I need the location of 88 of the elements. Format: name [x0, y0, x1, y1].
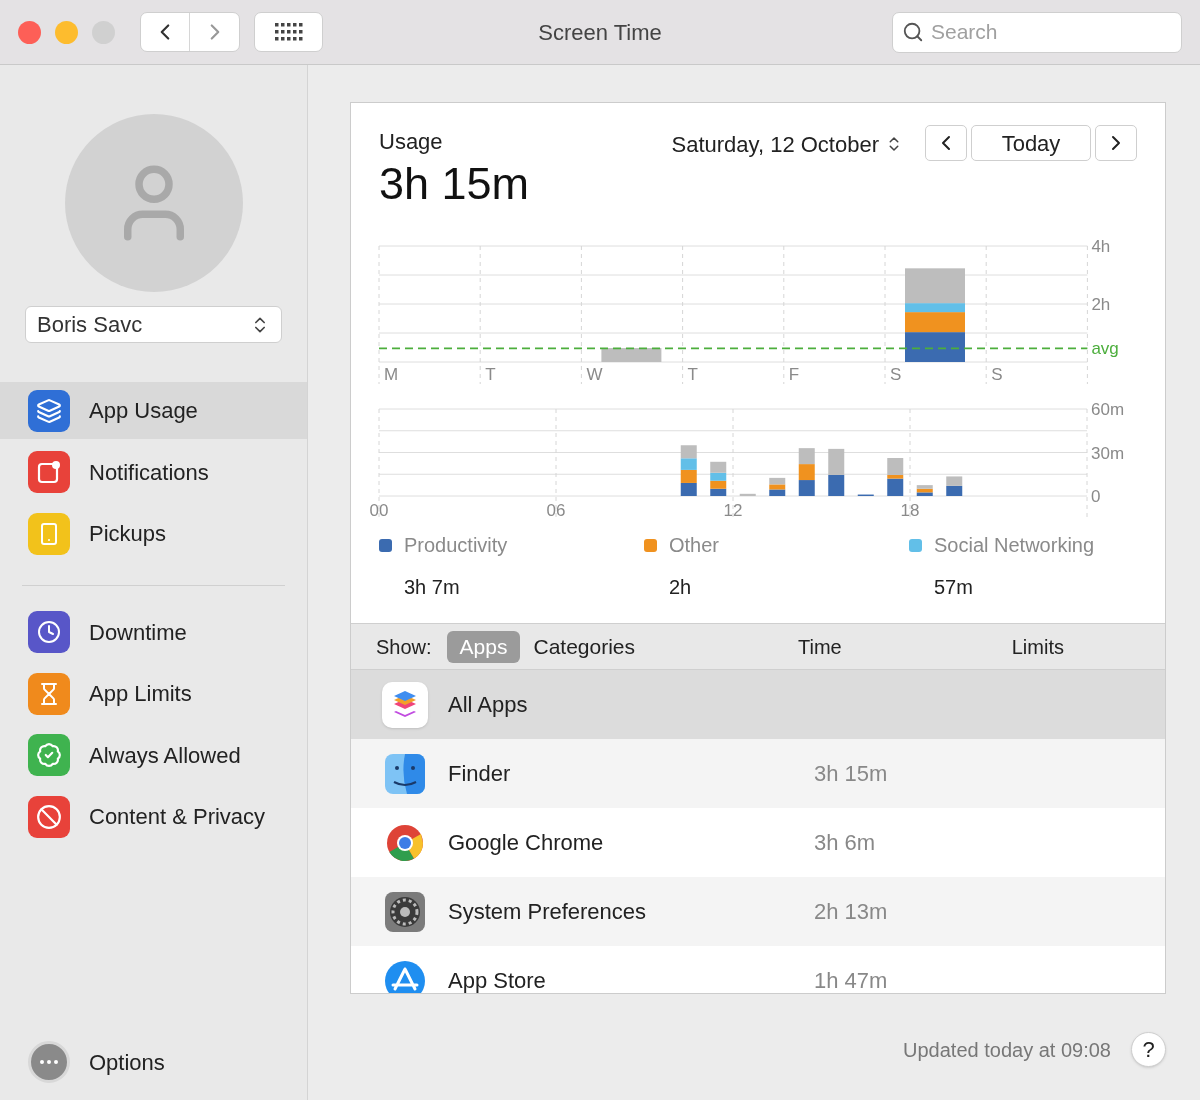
axis-label: F — [788, 365, 800, 384]
help-button[interactable]: ? — [1131, 1032, 1166, 1067]
axis-label: 0 — [1091, 487, 1101, 506]
clock-icon — [28, 611, 70, 653]
axis-label: 4h — [1091, 237, 1111, 256]
bar-segment — [798, 480, 815, 496]
column-header: Time — [798, 634, 842, 660]
legend-value: 2h — [669, 575, 693, 600]
finder-face-icon — [383, 751, 427, 796]
date-select[interactable]: Saturday, 12 October — [671, 125, 903, 163]
axis-label: S — [890, 365, 902, 384]
app-time: 3h 6m — [814, 829, 876, 857]
app-time: 1h 47m — [814, 967, 888, 993]
axis-label: T — [687, 365, 698, 384]
ellipsis-icon — [28, 1041, 70, 1083]
legend-value: 57m — [934, 575, 974, 600]
app-row[interactable]: All Apps — [351, 670, 1165, 739]
bar-segment — [946, 476, 963, 486]
bar-segment — [946, 485, 963, 496]
app-time: 3h 15m — [814, 760, 888, 788]
hourglass-icon — [28, 672, 70, 715]
search-field[interactable]: Search — [892, 11, 1182, 53]
sidebar-item[interactable]: Content & Privacy — [0, 788, 307, 845]
column-header: Limits — [1011, 634, 1064, 660]
sidebar-item[interactable]: Notifications — [0, 443, 307, 501]
axis-label: 2h — [1091, 295, 1111, 314]
previous-day-button[interactable] — [925, 125, 967, 161]
usage-label: Usage — [379, 128, 444, 156]
bar-segment — [798, 448, 815, 465]
search-input[interactable]: Search — [931, 16, 1161, 48]
sidebar-item[interactable]: Downtime — [0, 603, 307, 661]
bar-segment — [828, 448, 845, 475]
window-title: Screen Time — [537, 18, 663, 47]
phone-icon — [28, 512, 70, 555]
bar-segment — [680, 458, 697, 470]
axis-label: T — [485, 365, 496, 384]
bar-segment — [739, 493, 756, 496]
axis-label: 60m — [1091, 400, 1125, 419]
app-name: App Store — [448, 967, 547, 993]
axis-label: 12 — [723, 501, 743, 520]
legend-label: Productivity — [404, 533, 508, 558]
sidebar-item[interactable]: App Usage — [0, 382, 307, 439]
bar-segment — [710, 472, 727, 481]
legend-label: Other — [669, 533, 720, 558]
legend-label: Social Networking — [934, 533, 1095, 558]
axis-label: 06 — [546, 501, 566, 520]
usage-total: 3h 15m — [379, 158, 530, 210]
app-time: 2h 13m — [814, 898, 888, 926]
ban-icon — [28, 795, 70, 838]
sidebar-item[interactable]: Always Allowed — [0, 726, 307, 784]
show-all-button[interactable] — [254, 12, 323, 52]
layers-icon — [28, 389, 70, 432]
view-tab[interactable]: Categories — [520, 630, 649, 663]
bar-segment — [710, 461, 727, 473]
app-name: All Apps — [448, 691, 529, 719]
bar-segment — [680, 445, 697, 459]
today-button[interactable]: Today — [971, 125, 1091, 161]
sidebar-item[interactable]: Pickups — [0, 505, 307, 562]
gear-icon — [383, 889, 427, 934]
options-button[interactable]: Options — [0, 1041, 307, 1083]
axis-label: M — [384, 365, 399, 384]
average-label: avg — [1091, 339, 1119, 359]
app-row[interactable]: System Preferences 2h 13m — [351, 877, 1165, 946]
sidebar-item[interactable]: App Limits — [0, 665, 307, 722]
bar-segment — [798, 464, 815, 481]
bar-segment — [905, 332, 965, 362]
updated-text: Updated today at 09:08 — [903, 1037, 1111, 1063]
axis-label: W — [586, 365, 603, 384]
app-name: Finder — [448, 760, 512, 788]
app-name: System Preferences — [448, 898, 648, 926]
axis-label: 18 — [900, 501, 920, 520]
search-icon — [902, 21, 924, 43]
axis-label: 30m — [1091, 443, 1125, 463]
layers-icon — [382, 681, 428, 728]
app-row[interactable]: Finder 3h 15m — [351, 739, 1165, 808]
bar-segment — [828, 475, 845, 496]
grid-icon — [274, 23, 303, 41]
bar-segment — [601, 348, 662, 362]
user-select[interactable]: Boris Savc — [25, 306, 282, 343]
bar-segment — [710, 480, 727, 489]
app-name: Google Chrome — [448, 829, 605, 857]
check-badge-icon — [28, 734, 70, 776]
next-day-button[interactable] — [1095, 125, 1137, 161]
axis-label: S — [991, 365, 1003, 384]
legend-value: 3h 7m — [404, 575, 461, 600]
show-label: Show: — [376, 634, 432, 660]
axis-label: 00 — [369, 501, 389, 520]
notification-icon — [28, 451, 70, 493]
